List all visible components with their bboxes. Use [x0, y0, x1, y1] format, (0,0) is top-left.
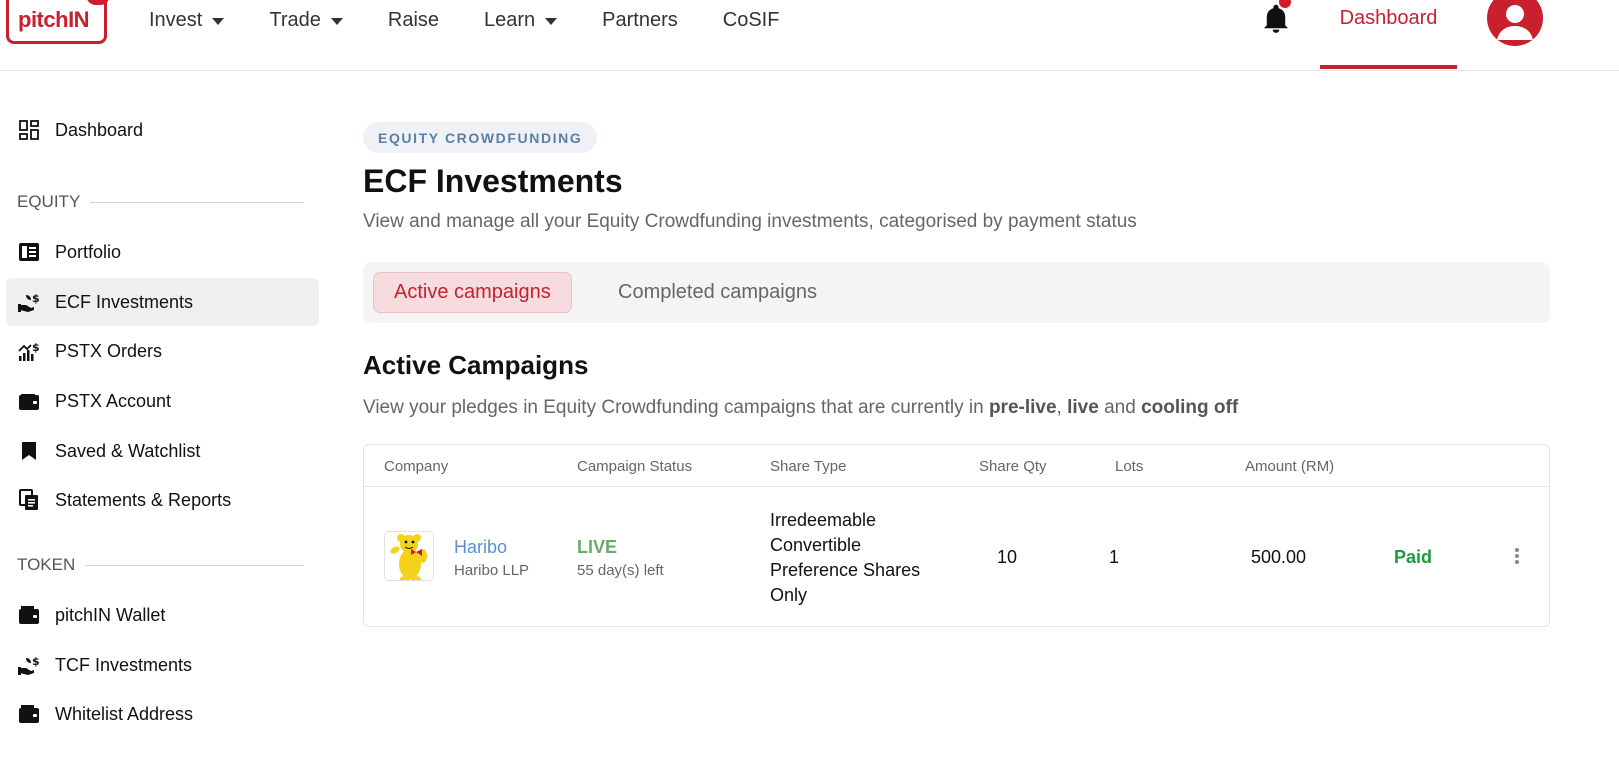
amount: 500.00 [1250, 547, 1306, 567]
sidebar-item-label: Dashboard [55, 119, 144, 140]
nav-learn[interactable]: Learn [484, 8, 558, 32]
nav-dashboard[interactable]: Dashboard [1320, 0, 1457, 71]
sidebar-item-label: PSTX Orders [55, 340, 163, 361]
campaign-tabs: Active campaigns Completed campaigns [363, 262, 1550, 323]
section-divider [85, 564, 304, 566]
section-divider [90, 201, 304, 203]
nav-partners-label: Partners [602, 8, 678, 31]
sidebar-item-label: Saved & Watchlist [55, 440, 201, 461]
sidebar-item-dashboard[interactable]: Dashboard [6, 106, 319, 154]
nav-cosif[interactable]: CoSIF [723, 9, 780, 32]
user-avatar-icon[interactable] [1487, 0, 1543, 46]
portfolio-icon [18, 241, 40, 263]
sidebar-item-portfolio[interactable]: Portfolio [6, 228, 319, 276]
share-qty: 10 [997, 547, 1018, 567]
tab-completed-campaigns[interactable]: Completed campaigns [598, 272, 837, 313]
column-header-amount: Amount (RM) [1245, 458, 1335, 475]
section-subtitle: View your pledges in Equity Crowdfunding… [363, 397, 1239, 418]
company-entity: Haribo LLP [454, 562, 530, 579]
nav-partners[interactable]: Partners [602, 9, 678, 32]
investment-plant-icon: $ [18, 654, 40, 676]
category-badge: EQUITY CROWDFUNDING [363, 122, 598, 153]
campaign-status-badge: LIVE [577, 537, 618, 557]
sidebar-item-pitchin-wallet[interactable]: pitchIN Wallet [6, 591, 319, 639]
sidebar-item-pstx-orders[interactable]: $ PSTX Orders [6, 327, 319, 375]
sidebar-item-pstx-account[interactable]: PSTX Account [6, 377, 319, 425]
wallet-icon [18, 703, 40, 725]
svg-text:$: $ [32, 292, 40, 305]
tab-active-campaigns[interactable]: Active campaigns [373, 272, 572, 313]
active-nav-underline [1320, 65, 1457, 69]
dashboard-grid-icon [18, 119, 40, 141]
column-header-campaign-status: Campaign Status [577, 458, 693, 475]
sidebar-item-tcf-investments[interactable]: $ TCF Investments [6, 641, 319, 689]
nav-trade-label: Trade [269, 8, 321, 31]
nav-trade[interactable]: Trade [269, 9, 343, 32]
column-header-company: Company [384, 458, 449, 475]
sidebar-item-label: TCF Investments [55, 654, 193, 675]
haribo-bear-logo [384, 531, 434, 581]
section-label: TOKEN [17, 555, 76, 574]
section-title: Active Campaigns [363, 350, 589, 380]
documents-icon [18, 489, 40, 511]
sidebar-item-saved-watchlist[interactable]: Saved & Watchlist [6, 427, 319, 475]
orders-chart-icon: $ [18, 340, 40, 362]
top-navbar: pitchIN Invest Trade Raise Learn Partner… [0, 0, 1619, 71]
bell-icon[interactable] [1262, 4, 1290, 34]
page-subtitle: View and manage all your Equity Crowdfun… [363, 211, 1137, 232]
investments-table: Company Campaign Status Share Type Share… [363, 444, 1550, 627]
column-header-lots: Lots [1115, 458, 1144, 475]
nav-invest-label: Invest [149, 8, 203, 31]
sidebar-item-label: Statements & Reports [55, 489, 232, 510]
logo-notch [86, 0, 110, 5]
svg-text:$: $ [32, 655, 40, 668]
nav-raise-label: Raise [387, 8, 440, 31]
nav-cosif-label: CoSIF [722, 8, 780, 31]
pitchin-logo[interactable]: pitchIN [6, 0, 110, 44]
sidebar-section-token: TOKEN [17, 555, 304, 575]
column-header-share-type: Share Type [770, 458, 847, 475]
column-header-share-qty: Share Qty [979, 458, 1047, 475]
caret-down-icon [212, 17, 225, 25]
sidebar-item-label: pitchIN Wallet [55, 604, 166, 625]
bookmark-icon [18, 440, 40, 462]
days-left: 55 day(s) left [577, 562, 664, 579]
caret-down-icon [545, 17, 558, 25]
wallet-icon [18, 604, 40, 626]
main-nav: Invest Trade Raise Learn Partners CoSIF [149, 0, 824, 40]
share-type: Irredeemable Convertible Preference Shar… [770, 510, 921, 605]
nav-learn-label: Learn [484, 8, 536, 31]
investment-plant-icon: $ [18, 291, 40, 313]
lots: 1 [1109, 547, 1120, 567]
sidebar: Dashboard EQUITY Portfolio $ ECF Investm… [0, 71, 330, 768]
page-title: ECF Investments [363, 163, 623, 199]
sidebar-item-ecf-investments[interactable]: $ ECF Investments [6, 278, 319, 326]
sidebar-item-statements-reports[interactable]: Statements & Reports [6, 476, 319, 524]
nav-invest[interactable]: Invest [149, 8, 225, 32]
logo-wordmark: pitchIN [18, 7, 90, 32]
company-name-link[interactable]: Haribo [454, 537, 507, 558]
sidebar-item-label: PSTX Account [55, 390, 172, 411]
table-header: Company Campaign Status Share Type Share… [364, 445, 1549, 487]
sidebar-section-equity: EQUITY [17, 192, 304, 212]
caret-down-icon [330, 17, 343, 25]
sidebar-item-label: ECF Investments [55, 291, 194, 312]
more-options-icon[interactable] [1510, 545, 1524, 567]
sidebar-item-whitelist-address[interactable]: Whitelist Address [6, 690, 319, 738]
section-label: EQUITY [17, 192, 81, 211]
sidebar-item-label: Whitelist Address [55, 703, 194, 724]
wallet-icon [18, 390, 40, 412]
nav-raise[interactable]: Raise [388, 9, 439, 32]
payment-status: Paid [1394, 547, 1433, 567]
sidebar-item-label: Portfolio [55, 241, 122, 262]
svg-text:$: $ [32, 341, 40, 354]
